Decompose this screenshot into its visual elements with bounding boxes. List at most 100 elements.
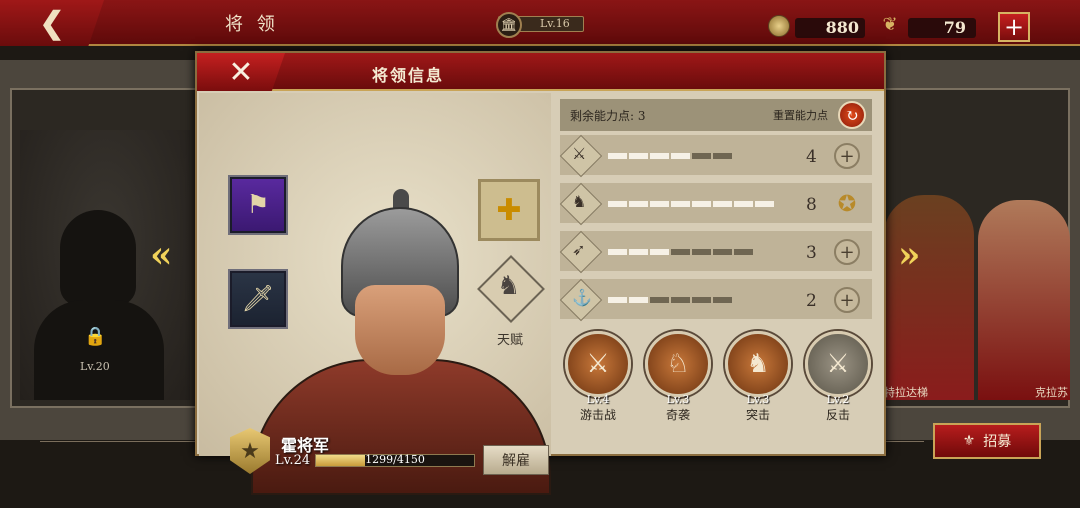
skill-level: Lv.3 xyxy=(746,393,770,406)
modal-title: 将领信息 xyxy=(372,66,445,85)
hero-portrait-roman[interactable] xyxy=(978,200,1070,400)
talent-label: 天赋 xyxy=(497,333,524,348)
stat-bar-segment xyxy=(650,297,669,303)
locked-hero-head xyxy=(60,210,136,306)
coin-icon xyxy=(768,15,790,37)
face xyxy=(355,285,445,375)
skill-icon: ⚔ xyxy=(565,331,631,397)
weapon-equipment-slot[interactable]: 🗡 xyxy=(228,269,288,329)
add-point-button[interactable]: + xyxy=(834,287,860,313)
laurel-icon: ❦ xyxy=(882,14,898,35)
stat-bar-segment xyxy=(692,297,711,303)
skill-name: 游击战 xyxy=(579,408,616,422)
stat-value: 8 xyxy=(806,195,817,215)
close-icon: ✕ xyxy=(228,54,254,90)
recruit-label: 招募 xyxy=(983,434,1012,450)
banner-icon: ⚑ xyxy=(246,190,270,220)
player-level: Lv.16 xyxy=(540,17,570,30)
refresh-icon: ↻ xyxy=(845,105,859,125)
reset-points-button[interactable]: ↻ xyxy=(838,101,866,129)
horse-icon: ♞ xyxy=(572,192,587,211)
skill-icon: ♘ xyxy=(645,331,711,397)
stat-bar xyxy=(608,297,732,303)
next-hero-arrow-icon[interactable]: » xyxy=(898,234,921,276)
skill-item[interactable]: ⚔ Lv.2 反击 xyxy=(802,331,874,423)
skill-item[interactable]: ♞ Lv.3 突击 xyxy=(722,331,794,423)
reset-points-label: 重置能力点 xyxy=(773,109,828,122)
hero-name-label: 克拉苏 xyxy=(1035,386,1068,399)
stat-bar-segment xyxy=(713,297,732,303)
dismiss-button[interactable]: 解雇 xyxy=(483,445,549,475)
skill-item[interactable]: ⚔ Lv.4 游击战 xyxy=(562,331,634,423)
add-point-button[interactable]: + xyxy=(834,143,860,169)
skill-icon: ⚔ xyxy=(805,331,871,397)
add-point-button[interactable]: + xyxy=(834,239,860,265)
stat-bar-segment xyxy=(713,153,732,159)
skills-panel: ⚔ Lv.4 游击战 ♘ Lv.3 奇袭 ♞ Lv.3 突击 ⚔ Lv.2 反击 xyxy=(560,331,876,431)
specialty-slot[interactable]: ✚ xyxy=(478,179,540,241)
skill-item[interactable]: ♘ Lv.3 奇袭 xyxy=(642,331,714,423)
temple-icon: 🏛 xyxy=(496,12,522,38)
stat-row-horse: ♞ 8 ✪ xyxy=(559,181,872,226)
stat-bar-segment xyxy=(629,297,648,303)
stat-bar xyxy=(608,201,774,207)
stat-value: 4 xyxy=(806,147,817,167)
stat-bar-segment xyxy=(608,201,627,207)
hero-portrait-lion[interactable] xyxy=(884,195,974,400)
stat-bar xyxy=(608,153,732,159)
stat-bar-segment xyxy=(671,249,690,255)
stat-bar-segment xyxy=(755,201,774,207)
lock-icon: 🔒 xyxy=(84,326,107,347)
skill-name: 突击 xyxy=(745,408,770,422)
general-info-modal: ✕ 将领信息 ⚑ 🗡 ✚ ♞ 天赋 ★ 霍将军 Lv.24 1299/4150 … xyxy=(195,51,886,495)
hero-detail-area: ⚑ 🗡 ✚ ♞ 天赋 ★ 霍将军 Lv.24 1299/4150 解雇 xyxy=(199,93,551,495)
xp-text: 1299/4150 xyxy=(365,453,425,466)
back-button[interactable]: ❮ xyxy=(0,0,104,46)
stat-bar-segment xyxy=(629,153,648,159)
skill-icon: ♞ xyxy=(725,331,791,397)
stat-bar-segment xyxy=(671,153,690,159)
divider xyxy=(40,441,200,442)
stat-bar-segment xyxy=(650,249,669,255)
stat-bar-segment xyxy=(734,201,753,207)
helmet-plus-icon: ⚜ xyxy=(962,433,976,449)
prev-hero-arrow-icon[interactable]: « xyxy=(150,234,173,276)
stat-bar xyxy=(608,249,753,255)
stat-row-anchor: ⚓ 2 + xyxy=(559,277,872,322)
stat-row-sword: ⚔ 4 + xyxy=(559,133,872,178)
modal-header: ✕ 将领信息 xyxy=(197,53,884,91)
plus-icon: + xyxy=(1003,13,1025,41)
skill-name: 反击 xyxy=(825,408,850,422)
skill-level: Lv.3 xyxy=(666,393,690,406)
stat-value: 2 xyxy=(806,291,817,311)
skill-level: Lv.4 xyxy=(586,393,610,406)
banner-equipment-slot[interactable]: ⚑ xyxy=(228,175,288,235)
laurel-count: 79 xyxy=(908,18,976,38)
stat-bar-segment xyxy=(650,201,669,207)
back-arrow-icon: ❮ xyxy=(39,5,65,41)
add-currency-button[interactable]: + xyxy=(998,12,1030,42)
stat-bar-segment xyxy=(692,201,711,207)
bow-icon: ➶ xyxy=(572,240,586,259)
stat-bar-segment xyxy=(650,153,669,159)
ability-points-row: 剩余能力点: 3 重置能力点 ↻ xyxy=(560,99,872,131)
max-level-icon: ✪ xyxy=(837,191,857,217)
recruit-button[interactable]: ⚜ 招募 xyxy=(933,423,1041,459)
divider xyxy=(884,441,924,442)
stat-bar-segment xyxy=(734,249,753,255)
dagger-icon: 🗡 xyxy=(241,284,275,314)
locked-hero-body xyxy=(34,300,164,400)
stat-bar-segment xyxy=(608,153,627,159)
close-button[interactable]: ✕ xyxy=(197,53,285,91)
skill-name: 奇袭 xyxy=(665,408,690,422)
locked-hero-level: Lv.20 xyxy=(80,360,110,373)
stat-bar-segment xyxy=(713,249,732,255)
stat-bar-segment xyxy=(692,249,711,255)
stat-bar-segment xyxy=(671,201,690,207)
stat-bar-segment xyxy=(608,249,627,255)
stat-bar-segment xyxy=(713,201,732,207)
anchor-icon: ⚓ xyxy=(572,288,592,307)
top-bar: ❮ 将 领 🏛 Lv.16 880 ❦ 79 + xyxy=(0,0,1080,46)
stat-bar-segment xyxy=(629,201,648,207)
hero-name-label: 特拉达梯 xyxy=(884,386,928,399)
